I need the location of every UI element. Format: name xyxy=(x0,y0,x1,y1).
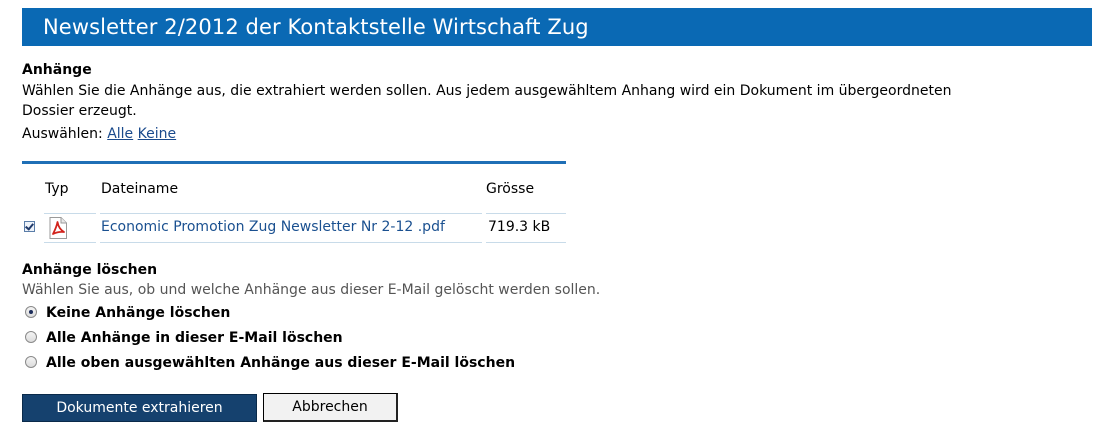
attachment-checkbox[interactable] xyxy=(24,221,35,232)
attachment-filename-link[interactable]: Economic Promotion Zug Newsletter Nr 2-1… xyxy=(101,219,445,235)
column-header-type: Typ xyxy=(45,181,69,197)
cancel-button[interactable]: Abbrechen xyxy=(263,393,398,422)
select-none-link[interactable]: Keine xyxy=(138,126,176,142)
page-title: Newsletter 2/2012 der Kontaktstelle Wirt… xyxy=(43,15,589,39)
select-row: Auswählen: Alle Keine xyxy=(22,126,176,142)
column-header-size: Grösse xyxy=(486,181,535,197)
cell-border xyxy=(100,242,482,243)
cell-border xyxy=(100,213,482,214)
pdf-icon xyxy=(49,217,67,239)
attachment-size: 719.3 kB xyxy=(488,219,551,235)
radio-label-delete-selected: Alle oben ausgewählten Anhänge aus diese… xyxy=(46,355,516,371)
column-header-filename: Dateiname xyxy=(101,181,179,197)
radio-label-no-delete: Keine Anhänge löschen xyxy=(46,305,231,321)
table-top-border xyxy=(22,161,566,164)
select-label: Auswählen: xyxy=(22,126,103,142)
title-bar: Newsletter 2/2012 der Kontaktstelle Wirt… xyxy=(22,8,1092,46)
delete-description: Wählen Sie aus, ob und welche Anhänge au… xyxy=(22,282,601,298)
cell-border xyxy=(486,242,566,243)
select-all-link[interactable]: Alle xyxy=(107,126,133,142)
radio-label-delete-all: Alle Anhänge in dieser E-Mail löschen xyxy=(46,330,343,346)
radio-delete-selected[interactable] xyxy=(25,356,37,368)
cell-border xyxy=(44,242,96,243)
cell-border xyxy=(44,213,96,214)
radio-delete-all[interactable] xyxy=(25,331,37,343)
radio-no-delete[interactable] xyxy=(25,306,37,318)
attachments-description-line1: Wählen Sie die Anhänge aus, die extrahie… xyxy=(22,83,952,99)
extract-documents-button[interactable]: Dokumente extrahieren xyxy=(22,394,257,422)
attachments-description-line2: Dossier erzeugt. xyxy=(22,103,137,119)
attachments-heading: Anhänge xyxy=(22,62,92,78)
delete-heading: Anhänge löschen xyxy=(22,262,158,278)
cell-border xyxy=(486,213,566,214)
